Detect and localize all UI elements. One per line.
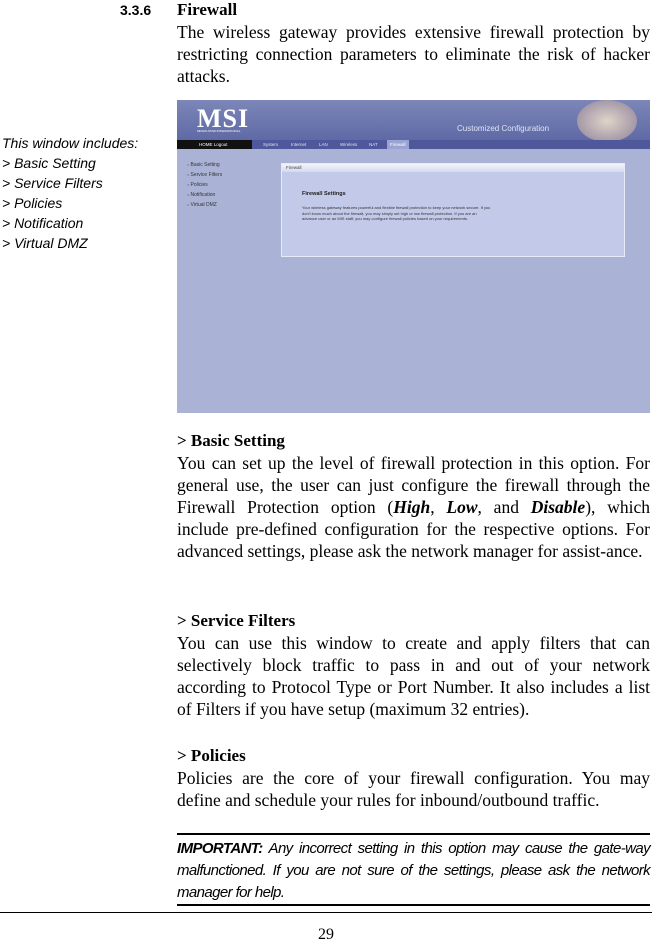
basic-heading: > Basic Setting — [177, 431, 285, 450]
home-logout: HOME Logout — [177, 140, 252, 149]
banner: MSI MICRO-STAR INTERNATIONAL Customized … — [177, 100, 650, 142]
sidebar-item: > Policies — [2, 195, 63, 211]
section-title: Firewall — [177, 0, 238, 19]
tab-lan: LAN — [319, 142, 328, 147]
firewall-panel: Firewall Firewall Settings Your wireless… — [281, 163, 625, 257]
panel-title: Firewall — [282, 164, 624, 172]
nav-bar: HOME Logout System Internet LAN Wireless… — [177, 140, 650, 149]
menu-item: Virtual DMZ — [187, 200, 222, 210]
tab-internet: Internet — [291, 142, 307, 147]
disable-option: Disable — [530, 497, 586, 517]
low-option: Low — [446, 497, 478, 517]
basic-paragraph: You can set up the level of firewall pro… — [177, 452, 650, 562]
firewall-screenshot: MSI MICRO-STAR INTERNATIONAL Customized … — [177, 100, 650, 413]
important-note: IMPORTANT: Any incorrect setting in this… — [177, 833, 651, 906]
menu-item: Policies — [187, 180, 222, 190]
important-label: IMPORTANT: — [177, 840, 263, 857]
sidebar-item: > Notification — [2, 215, 84, 231]
tab-wireless: Wireless — [340, 142, 358, 147]
sidebar-item: > Basic Setting — [2, 155, 96, 171]
settings-title: Firewall Settings — [302, 191, 346, 197]
policies-paragraph: Policies are the core of your firewall c… — [177, 768, 650, 810]
banner-photo — [577, 100, 637, 142]
tab-firewall: Firewall — [387, 140, 409, 149]
intro-paragraph: The wireless gateway provides extensive … — [177, 22, 650, 86]
settings-text: Your wireless gateway features powerful … — [302, 205, 491, 221]
footer-rule — [0, 912, 652, 913]
side-menu: Basic Setting Service Filters Policies N… — [187, 160, 223, 210]
text: , — [430, 497, 447, 517]
filters-paragraph: You can use this window to create and ap… — [177, 633, 650, 719]
high-option: High — [393, 497, 431, 517]
menu-item: Notification — [187, 190, 222, 200]
section-number: 3.3.6 — [120, 2, 152, 18]
sidebar-heading: This window includes: — [2, 135, 139, 151]
sidebar-item: > Service Filters — [2, 175, 103, 191]
sidebar-item: > Virtual DMZ — [2, 235, 88, 251]
page-number: 29 — [318, 926, 334, 943]
logo-subtitle: MICRO-STAR INTERNATIONAL — [197, 129, 241, 133]
policies-heading: > Policies — [177, 746, 246, 765]
menu-item: Basic Setting — [187, 160, 222, 170]
sidebar-note: This window includes: > Basic Setting > … — [2, 133, 138, 253]
filters-heading: > Service Filters — [177, 611, 296, 630]
menu-item: Service Filters — [187, 170, 223, 180]
banner-title: Customized Configuration — [457, 124, 550, 133]
tab-system: System — [263, 142, 279, 147]
text: , and — [477, 497, 531, 517]
tab-nat: NAT — [369, 142, 378, 147]
